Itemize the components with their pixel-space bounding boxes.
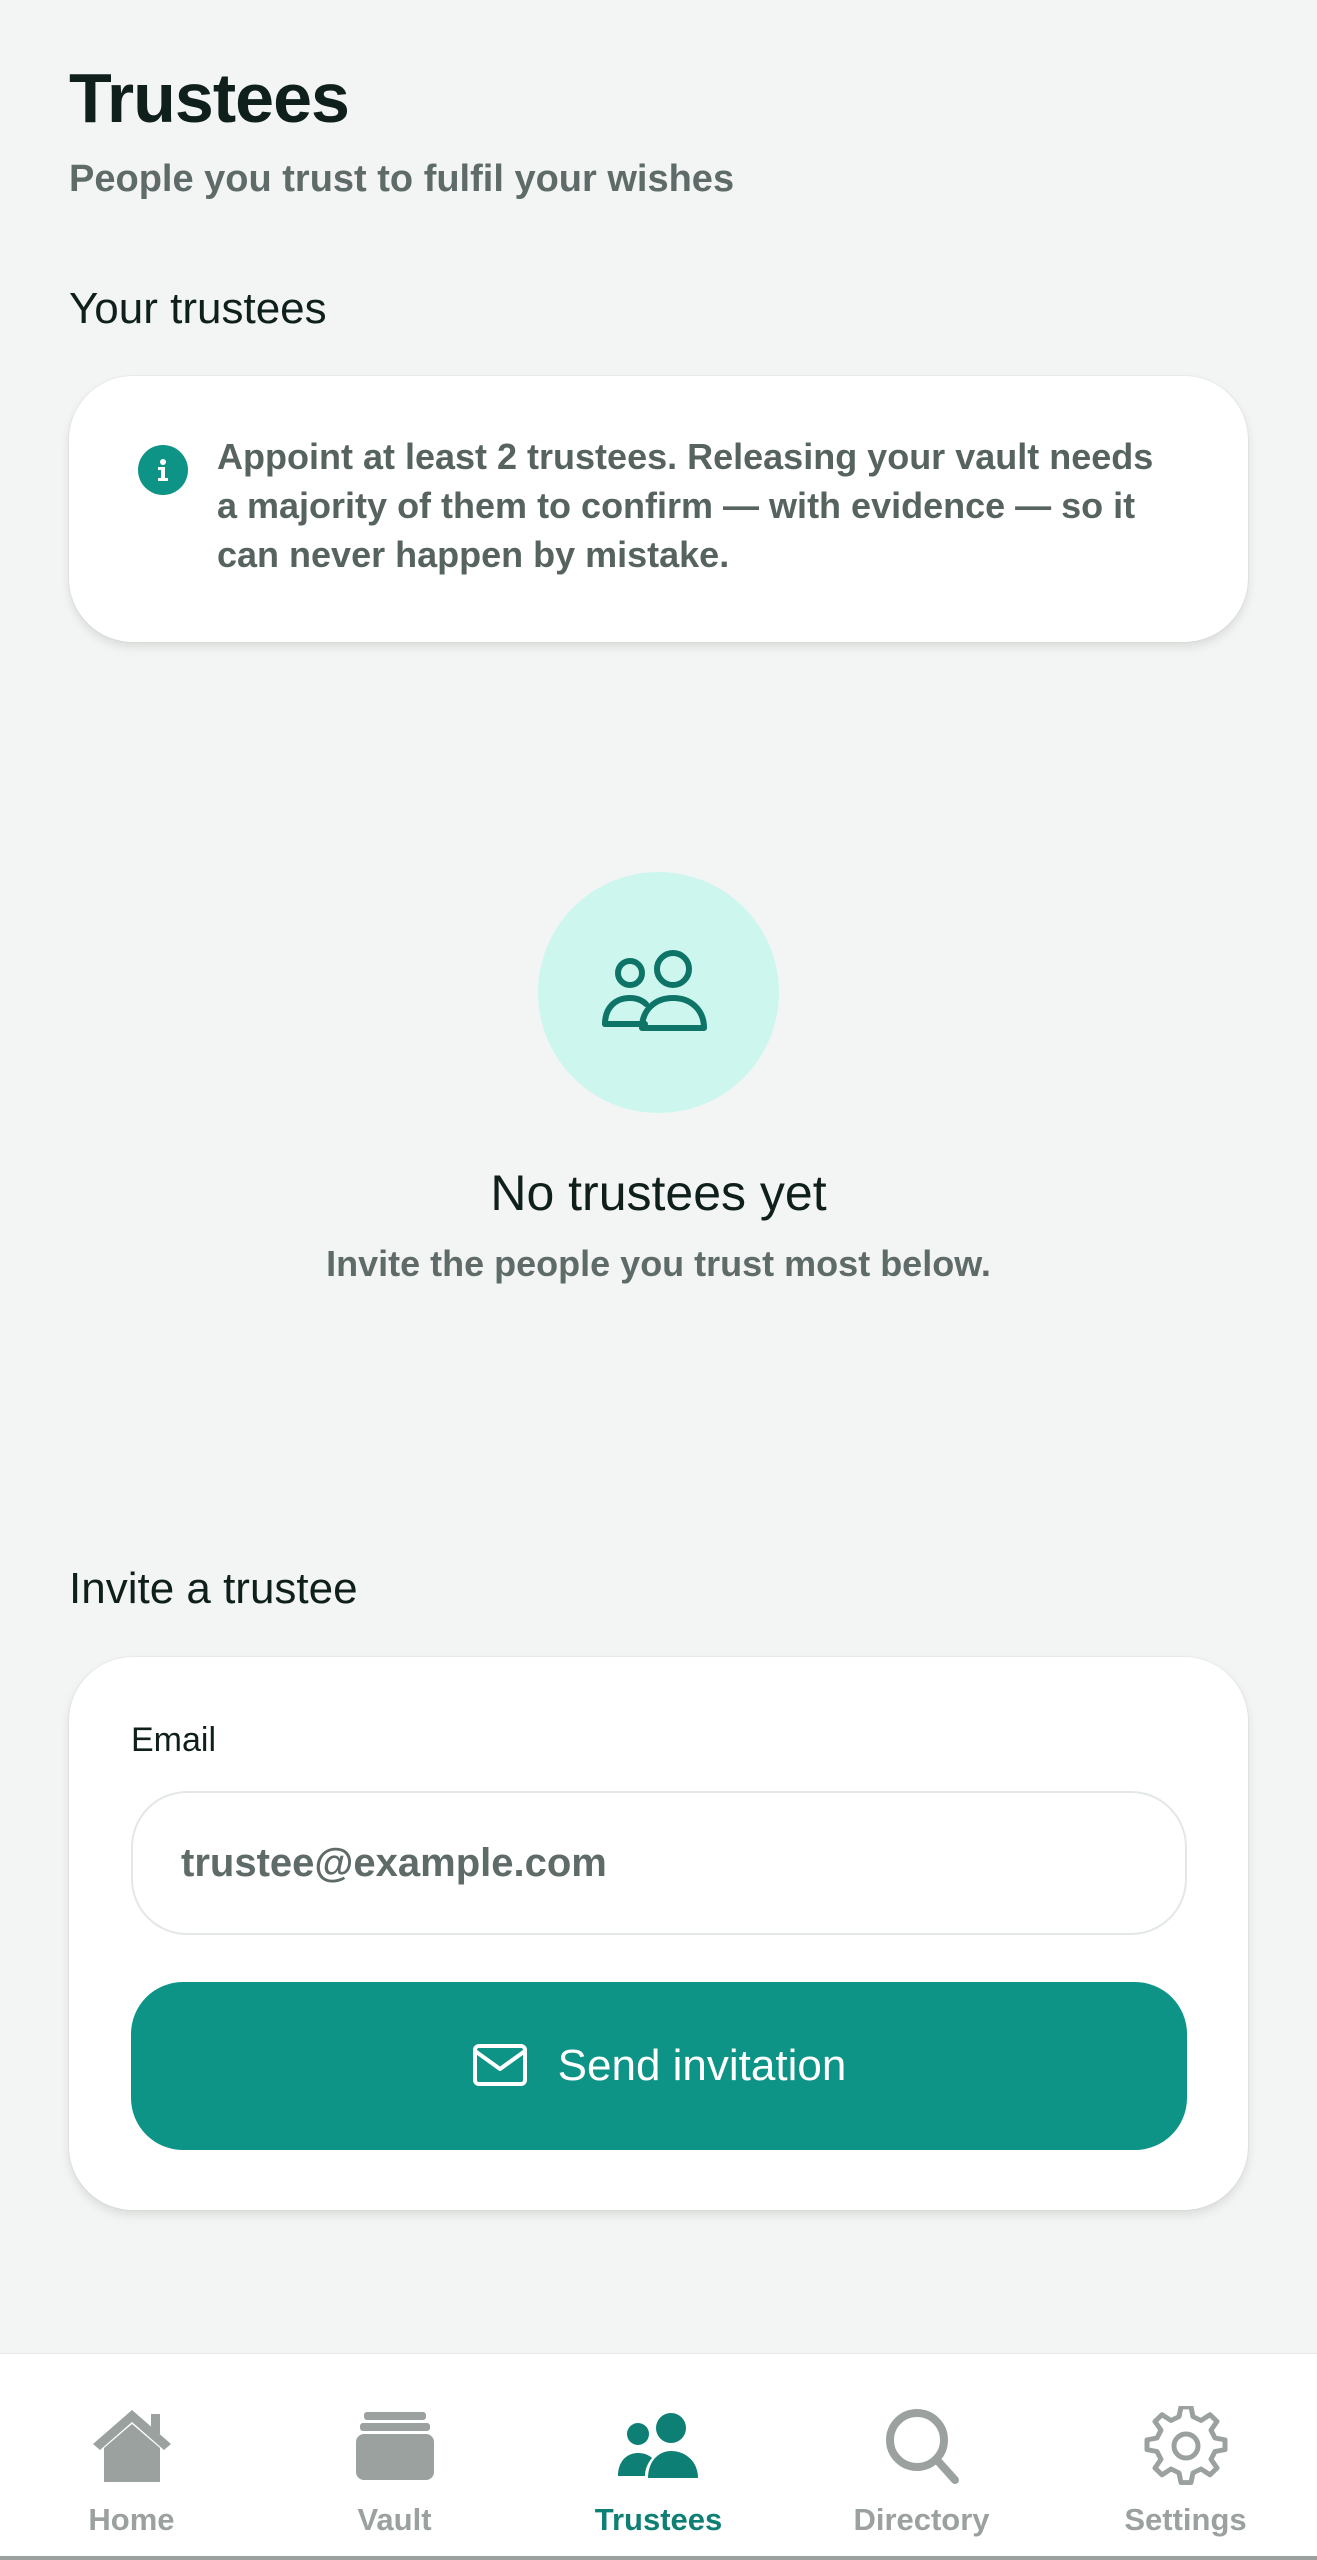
- page-title: Trustees: [69, 59, 350, 137]
- info-card: Appoint at least 2 trustees. Releasing y…: [69, 376, 1248, 642]
- nav-item-settings[interactable]: Settings: [1054, 2354, 1317, 2557]
- search-icon: [877, 2406, 967, 2486]
- gear-icon: [1141, 2404, 1231, 2486]
- send-invitation-button[interactable]: Send invitation: [131, 1982, 1187, 2150]
- send-invitation-label: Send invitation: [557, 2041, 847, 2090]
- invite-card: Email Send invitation: [69, 1657, 1248, 2210]
- info-icon: [138, 445, 188, 495]
- invite-heading: Invite a trustee: [69, 1564, 358, 1613]
- email-label: Email: [131, 1721, 217, 1759]
- people-icon: [601, 948, 717, 1037]
- empty-state-illustration: [538, 872, 779, 1113]
- info-text: Appoint at least 2 trustees. Releasing y…: [217, 436, 1154, 575]
- nav-label-directory: Directory: [853, 2502, 990, 2537]
- email-input[interactable]: [131, 1791, 1187, 1935]
- nav-item-directory[interactable]: Directory: [790, 2354, 1053, 2557]
- nav-label-vault: Vault: [357, 2502, 432, 2537]
- page-subtitle: People you trust to fulfil your wishes: [69, 158, 735, 200]
- nav-label-trustees: Trustees: [594, 2502, 723, 2537]
- bottom-nav: Home Vault Trustees Directory Settings: [0, 2353, 1317, 2560]
- your-trustees-heading: Your trustees: [69, 284, 327, 333]
- nav-item-vault[interactable]: Vault: [263, 2354, 526, 2557]
- empty-state-title: No trustees yet: [490, 1165, 827, 1221]
- people-icon: [614, 2406, 704, 2486]
- nav-item-home[interactable]: Home: [0, 2354, 263, 2557]
- nav-item-trustees[interactable]: Trustees: [527, 2354, 790, 2557]
- nav-label-home: Home: [88, 2502, 175, 2537]
- home-icon: [87, 2406, 177, 2486]
- envelope-icon: [472, 2043, 528, 2090]
- nav-label-settings: Settings: [1124, 2502, 1247, 2537]
- vault-icon: [350, 2406, 440, 2486]
- empty-state-subtitle: Invite the people you trust most below.: [326, 1243, 991, 1284]
